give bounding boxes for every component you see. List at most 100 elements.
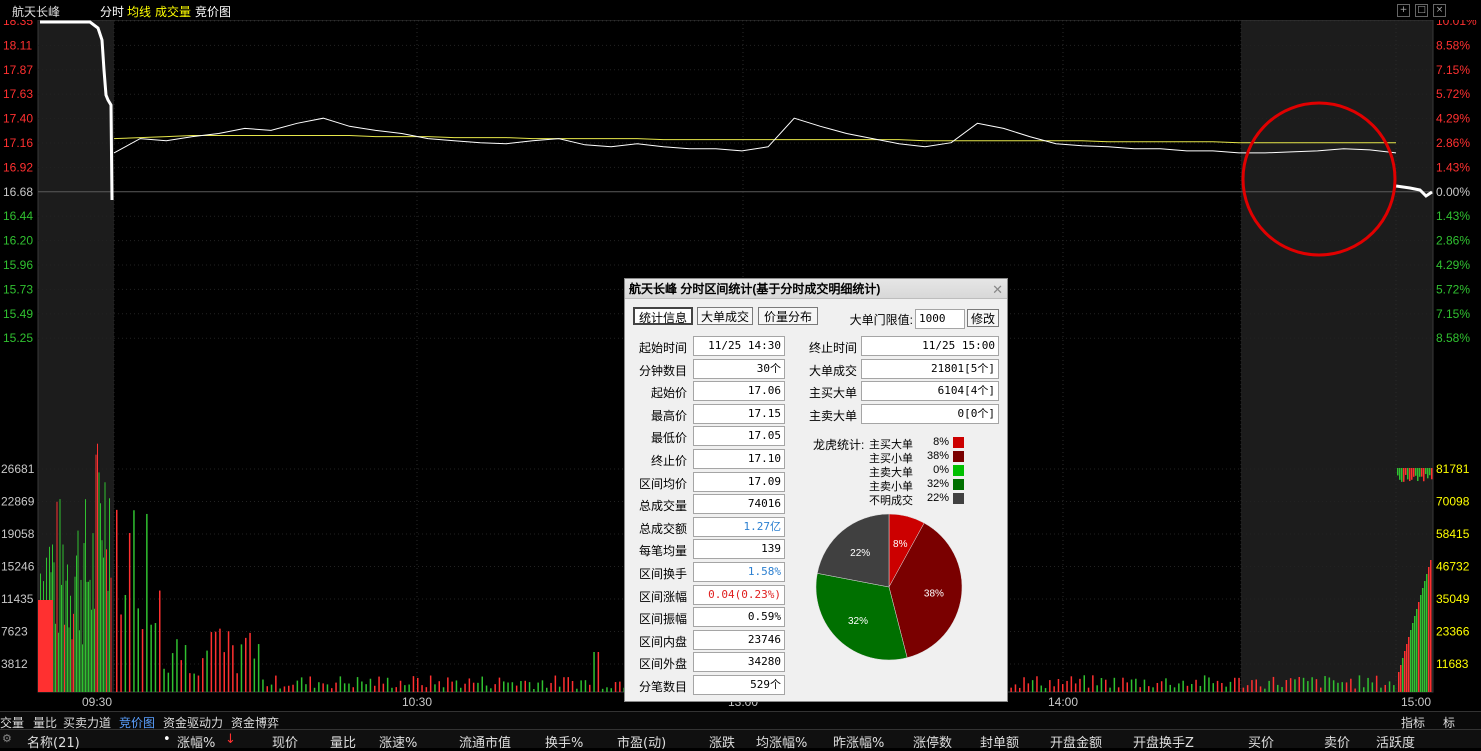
stat-label: 大单成交 bbox=[808, 363, 857, 378]
column-header-bar: ⚙ 名称(21) • 涨幅% ↓ 现价 量比 涨速% 流通市值 换手% 市盈(动… bbox=[0, 729, 1481, 751]
volume-bar bbox=[1126, 682, 1128, 692]
tab-volume[interactable]: 成交量 bbox=[155, 3, 191, 20]
volume-bar bbox=[1221, 682, 1223, 692]
stat-label: 区间均价 bbox=[638, 476, 687, 491]
auction-volume-bar bbox=[67, 564, 68, 692]
tab-bidding-chart[interactable]: 竞价图 bbox=[195, 3, 231, 20]
tab-price-volume[interactable]: 价量分布 bbox=[758, 307, 818, 325]
price-tick-label: 15.96 bbox=[3, 258, 33, 272]
volume-bar bbox=[429, 675, 432, 692]
closing-volume-bar bbox=[1412, 623, 1414, 692]
volume-bar bbox=[1234, 677, 1236, 692]
settings-icon[interactable]: ⚙ bbox=[2, 732, 12, 745]
auction-volume-bar bbox=[71, 639, 73, 692]
volume-bar bbox=[528, 682, 531, 692]
col-limit-count[interactable]: 涨停数 bbox=[913, 732, 952, 751]
volume-bar bbox=[1298, 677, 1300, 692]
col-float-mcap[interactable]: 流通市值 bbox=[459, 732, 511, 751]
col-prev-change[interactable]: 昨涨幅% bbox=[833, 732, 884, 751]
col-avg-change[interactable]: 均涨幅% bbox=[756, 732, 807, 751]
volume-bar bbox=[1195, 679, 1197, 692]
tab-large-trades[interactable]: 大单成交 bbox=[697, 307, 753, 325]
volume-bar bbox=[391, 687, 393, 692]
stat-value: 17.06 bbox=[693, 381, 785, 402]
close-icon[interactable]: × bbox=[1433, 4, 1446, 17]
volume-bar bbox=[395, 687, 397, 692]
volume-bar bbox=[296, 680, 299, 692]
volume-bar bbox=[408, 684, 410, 692]
col-change-pct[interactable]: 涨幅% bbox=[177, 732, 215, 751]
stat-value: 34280 bbox=[693, 652, 785, 673]
closing-volume-bar bbox=[1424, 581, 1426, 692]
volume-bar bbox=[1031, 680, 1034, 692]
col-price[interactable]: 现价 bbox=[272, 732, 298, 751]
volume-bar bbox=[176, 639, 178, 692]
tab-average-line[interactable]: 均线 bbox=[127, 3, 151, 20]
col-change[interactable]: 涨跌 bbox=[709, 732, 735, 751]
sort-down-icon[interactable]: ↓ bbox=[225, 732, 236, 747]
volume-bar bbox=[283, 686, 286, 692]
volume-bar bbox=[292, 684, 294, 692]
col-ask[interactable]: 卖价 bbox=[1324, 732, 1350, 751]
volume-bar bbox=[597, 652, 600, 692]
volume-bar bbox=[541, 680, 544, 692]
dialog-close-icon[interactable]: ✕ bbox=[992, 282, 1003, 298]
volume-bar bbox=[1380, 687, 1382, 692]
volume-bar bbox=[171, 653, 174, 692]
closing-top-bar bbox=[1425, 468, 1427, 475]
volume-bar bbox=[1173, 687, 1176, 692]
legend-pct: 32% bbox=[926, 478, 949, 490]
volume-bar bbox=[1040, 685, 1042, 692]
volume-bar bbox=[1337, 682, 1339, 692]
volume-bar bbox=[202, 658, 204, 692]
stat-value: 17.10 bbox=[693, 449, 785, 469]
closing-top-bar bbox=[1403, 468, 1405, 482]
auction-volume-bar bbox=[79, 630, 80, 692]
volume-bar bbox=[498, 677, 501, 692]
closing-volume-bar bbox=[1406, 644, 1408, 692]
col-activity[interactable]: 活跃度 bbox=[1376, 732, 1415, 751]
volume-bar bbox=[601, 688, 604, 692]
auction-volume-bar bbox=[92, 533, 94, 692]
stat-label: 最高价 bbox=[650, 408, 687, 423]
expand-icon[interactable]: + bbox=[1397, 4, 1410, 17]
col-speed[interactable]: 涨速% bbox=[379, 732, 417, 751]
pie-slice-label: 38% bbox=[924, 589, 944, 600]
col-name[interactable]: 名称(21) bbox=[27, 732, 80, 751]
auction-volume-bar bbox=[86, 581, 88, 692]
restore-icon[interactable]: □ bbox=[1415, 4, 1428, 17]
stat-label: 区间外盘 bbox=[638, 657, 687, 672]
threshold-input[interactable]: 1000 bbox=[915, 309, 965, 329]
volume-bar bbox=[348, 683, 350, 692]
auction-volume-bar bbox=[83, 543, 85, 692]
selected-interval-area bbox=[1241, 20, 1396, 692]
closing-top-bar bbox=[1427, 468, 1429, 479]
volume-bar bbox=[1053, 686, 1055, 692]
tab-time-share[interactable]: 分时 bbox=[100, 3, 124, 20]
col-seal-amount[interactable]: 封单额 bbox=[980, 732, 1019, 751]
closing-volume-bar bbox=[1430, 560, 1432, 692]
tab-stats-info[interactable]: 统计信息 bbox=[633, 307, 693, 325]
col-bid[interactable]: 买价 bbox=[1248, 732, 1274, 751]
volume-bar bbox=[1023, 677, 1025, 692]
stat-value: 0.59% bbox=[693, 607, 785, 628]
pct-tick-label: 4.29% bbox=[1436, 258, 1470, 272]
volume-bar bbox=[1251, 680, 1253, 692]
col-volume-ratio[interactable]: 量比 bbox=[330, 732, 356, 751]
volume-tick-label-right: 58415 bbox=[1436, 527, 1470, 541]
col-open-amount[interactable]: 开盘金额 bbox=[1050, 732, 1102, 751]
price-tick-label: 16.44 bbox=[3, 209, 33, 223]
volume-bar bbox=[326, 684, 329, 692]
col-turnover[interactable]: 换手% bbox=[545, 732, 583, 751]
volume-bar bbox=[537, 682, 539, 692]
modify-button[interactable]: 修改 bbox=[967, 309, 999, 327]
volume-bar bbox=[318, 682, 320, 692]
volume-bar bbox=[232, 645, 234, 692]
volume-bar bbox=[1259, 686, 1262, 692]
volume-bar bbox=[421, 685, 423, 692]
volume-bar bbox=[485, 685, 488, 692]
col-pe[interactable]: 市盈(动) bbox=[617, 732, 666, 751]
col-open-turnover[interactable]: 开盘换手Z bbox=[1133, 732, 1194, 751]
stat-label: 主买大单 bbox=[808, 386, 857, 401]
stat-label: 起始时间 bbox=[638, 341, 687, 355]
